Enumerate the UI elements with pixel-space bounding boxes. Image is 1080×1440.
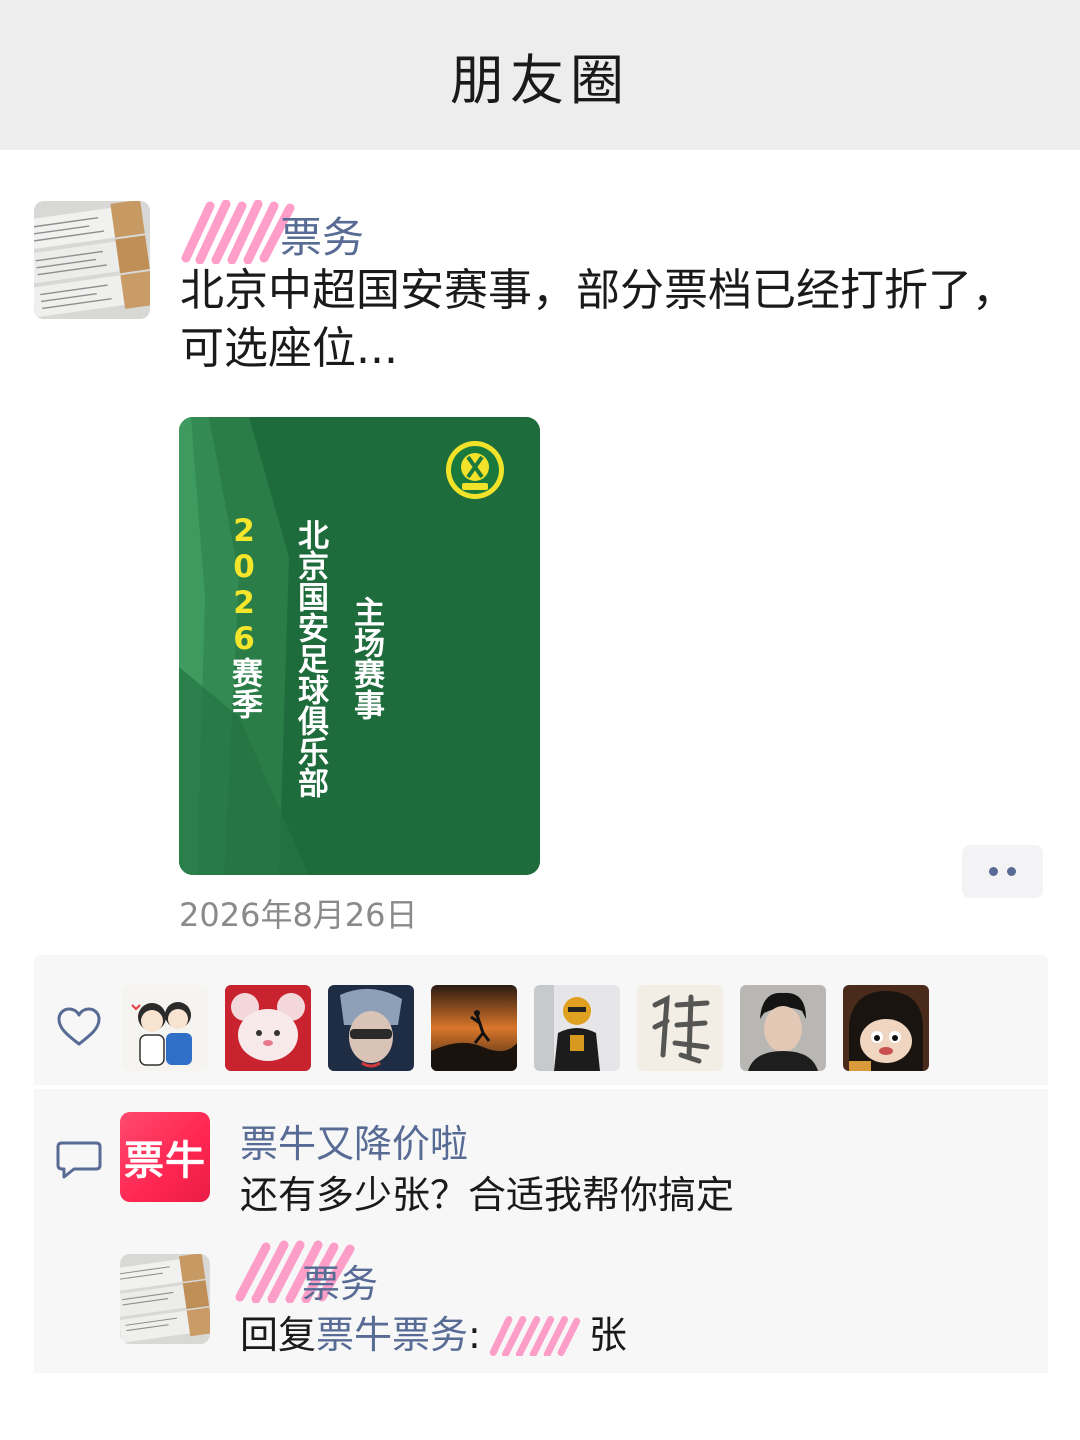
reply-colon: :: [468, 1313, 481, 1357]
liker-avatar[interactable]: [328, 985, 414, 1071]
poster-avatar[interactable]: [34, 201, 150, 319]
club-name: 北京国安足球俱乐部: [292, 518, 328, 798]
liker-avatar[interactable]: [637, 985, 723, 1071]
commenter-avatar-text: 票牛: [124, 1138, 206, 1184]
reply-prefix: 回复: [240, 1313, 317, 1357]
year-digit: 2026: [226, 513, 262, 657]
commenter-name[interactable]: 票牛又降价啦: [240, 1113, 468, 1168]
post-date: 2026年8月26日: [179, 896, 418, 934]
commenter-avatar[interactable]: 票牛: [120, 1112, 210, 1202]
liker-avatar[interactable]: [431, 985, 517, 1071]
redaction-scribble: [489, 1316, 581, 1356]
season-year: 2026: [224, 513, 264, 657]
post-author[interactable]: 票务: [180, 200, 420, 264]
liker-avatar[interactable]: [534, 985, 620, 1071]
post-image[interactable]: 2026 赛季 北京国安足球俱乐部 主场赛事: [179, 417, 540, 875]
reply-author[interactable]: 票务: [234, 1239, 434, 1306]
heart-icon: [57, 1007, 101, 1046]
comments-panel: 票牛 票牛又降价啦 还有多少张？合适我帮你搞定 票务 回复票牛票务: 张: [34, 1089, 1048, 1373]
reply-suffix: 张: [588, 1313, 627, 1357]
reply-text: 回复票牛票务: 张: [240, 1304, 627, 1359]
page-title: 朋友圈: [450, 48, 630, 112]
comment-text: 还有多少张？合适我帮你搞定: [240, 1173, 735, 1217]
more-dot-icon: [989, 867, 998, 876]
comment-icon: [56, 1141, 102, 1179]
liker-avatar[interactable]: [225, 985, 311, 1071]
liker-avatar[interactable]: [740, 985, 826, 1071]
reply-target[interactable]: 票牛票务: [316, 1313, 468, 1357]
top-bar: 朋友圈: [0, 0, 1080, 150]
liker-avatar[interactable]: [122, 985, 208, 1071]
author-name: 票务: [280, 213, 365, 262]
reply-author-name: 票务: [302, 1262, 379, 1306]
event-name: 主场赛事: [348, 596, 384, 720]
more-actions-button[interactable]: [962, 845, 1043, 898]
club-badge-icon: [446, 441, 504, 499]
likes-panel: [34, 955, 1048, 1085]
reply-author-avatar[interactable]: [120, 1254, 210, 1344]
season-word: 赛季: [226, 657, 262, 719]
post-text: 北京中超国安赛事，部分票档已经打折了，可选座位...: [180, 265, 1016, 374]
more-dot-icon: [1007, 867, 1016, 876]
liker-avatar[interactable]: [843, 985, 929, 1071]
season-text: 2026 赛季: [224, 513, 264, 719]
